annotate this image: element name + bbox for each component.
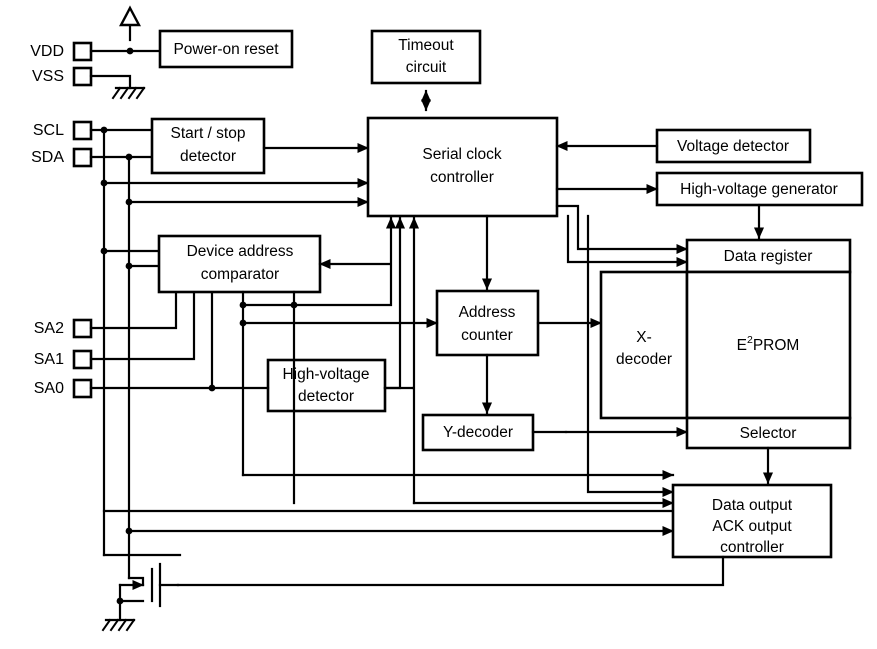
selector-label: Selector <box>740 425 797 442</box>
pad-sa0[interactable] <box>72 378 93 399</box>
data-register-label: Data register <box>724 248 813 265</box>
pad-vdd[interactable] <box>72 41 93 62</box>
block-diagram-canvas: Power-on reset Timeout circuit Start / s… <box>0 0 877 649</box>
pad-sa1[interactable] <box>72 349 93 370</box>
output-controller-bus-taps <box>102 509 675 557</box>
start-stop-detector-label-line2: detector <box>180 148 236 165</box>
data-output-controller-label-line1: Data output <box>712 497 793 514</box>
high-voltage-detector-label-line2: detector <box>298 388 354 405</box>
pin-label-sda: SDA <box>31 149 64 166</box>
block-diagram-svg: Power-on reset Timeout circuit Start / s… <box>30 5 864 632</box>
vdd-supply-triangle <box>119 5 141 27</box>
block-voltage-detector[interactable]: Voltage detector <box>555 128 812 164</box>
junction-sda-scc <box>125 198 133 206</box>
high-voltage-generator-label: High-voltage generator <box>680 181 838 198</box>
wire-sa1-to-dac <box>89 290 196 361</box>
eeprom-label: E2PROM <box>737 334 800 354</box>
wire-scc-to-data-register-1 <box>555 204 689 255</box>
memory-array-group: Data register E2PROM Selector <box>685 238 852 485</box>
junction-sda-doc <box>125 527 133 535</box>
pad-sa2[interactable] <box>72 318 93 339</box>
power-on-reset-label: Power-on reset <box>173 41 279 58</box>
x-decoder-label-line1: X- <box>636 329 652 346</box>
wire-scc-to-data-register-2 <box>566 214 689 268</box>
serial-clock-controller-label-line2: controller <box>430 169 494 186</box>
junction-dac-305 <box>290 301 298 309</box>
y-decoder-label: Y-decoder <box>443 424 513 441</box>
junction-sda-dac <box>125 262 133 270</box>
serial-clock-controller-box[interactable] <box>366 116 559 218</box>
vdd-supply-group <box>72 5 162 62</box>
start-stop-detector-label-line1: Start / stop <box>171 125 246 142</box>
junction-sda-pad <box>125 153 133 161</box>
block-start-stop-detector[interactable]: Start / stop detector <box>150 117 370 175</box>
device-address-comparator-label-line1: Device address <box>187 243 294 260</box>
x-decoder-label-line2: decoder <box>616 351 672 368</box>
block-device-address-comparator[interactable]: Device address comparator <box>157 234 322 294</box>
block-serial-clock-controller[interactable]: Serial clock controller <box>366 116 559 218</box>
serial-bus-taps <box>100 177 370 208</box>
output-mosfet-group <box>101 562 180 632</box>
pin-label-vdd: VDD <box>30 43 64 60</box>
wire-vss-to-gnd <box>89 74 132 90</box>
junction-vdd <box>126 47 134 55</box>
block-x-decoder[interactable]: X- decoder <box>599 270 689 420</box>
vss-group <box>72 66 146 100</box>
pin-label-scl: SCL <box>33 122 64 139</box>
junction-scl-pad <box>100 126 108 134</box>
pin-label-sa0: SA0 <box>34 380 64 397</box>
junction-scl-scc <box>100 179 108 187</box>
block-data-output-ack-controller[interactable]: Data output ACK output controller <box>176 483 833 587</box>
data-output-controller-label-line3: controller <box>720 539 784 556</box>
wire-doc-to-mosfet-gate <box>176 555 725 587</box>
address-counter-box[interactable] <box>435 289 540 357</box>
wire-hvd-to-scc <box>383 216 406 390</box>
block-y-decoder[interactable]: Y-decoder <box>421 413 689 452</box>
address-counter-label-line1: Address <box>459 304 516 321</box>
block-timeout-circuit[interactable]: Timeout circuit <box>370 29 482 112</box>
pin-label-sa2: SA2 <box>34 320 64 337</box>
pin-label-group: VDD VSS SCL SDA SA2 SA1 SA0 <box>30 43 64 397</box>
ground-symbol-mosfet <box>101 618 136 632</box>
block-power-on-reset[interactable]: Power-on reset <box>158 29 294 69</box>
serial-clock-controller-label-line1: Serial clock <box>422 146 501 163</box>
pad-sda[interactable] <box>72 147 93 168</box>
block-high-voltage-generator[interactable]: High-voltage generator <box>555 171 864 240</box>
data-output-controller-label-line2: ACK output <box>712 518 792 535</box>
pin-label-vss: VSS <box>32 68 64 85</box>
voltage-detector-label: Voltage detector <box>677 138 789 155</box>
pin-label-sa1: SA1 <box>34 351 64 368</box>
junction-scl-dac <box>100 247 108 255</box>
high-voltage-detector-label-line1: High-voltage <box>282 366 369 383</box>
device-address-comparator-label-line2: comparator <box>201 266 279 283</box>
pad-scl[interactable] <box>72 120 93 141</box>
address-counter-label-line2: counter <box>461 327 513 344</box>
slave-address-pins <box>72 290 216 399</box>
timeout-circuit-label-line2: circuit <box>406 59 447 76</box>
ground-symbol-vss <box>111 86 146 100</box>
timeout-circuit-label-line1: Timeout <box>398 37 454 54</box>
pad-vss[interactable] <box>72 66 93 87</box>
